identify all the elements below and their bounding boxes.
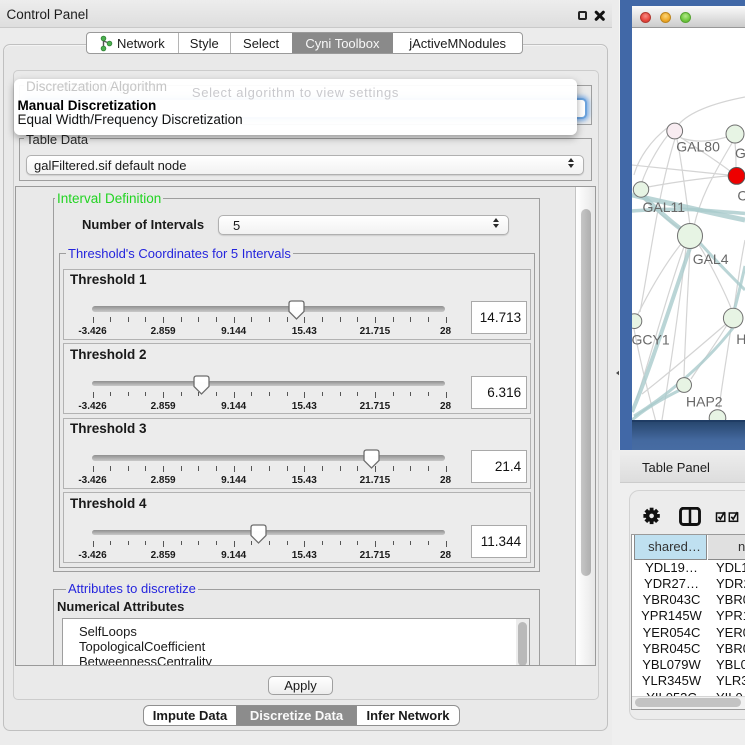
svg-text:HAP2: HAP2: [686, 394, 723, 410]
svg-text:GCY1: GCY1: [632, 332, 670, 348]
svg-text:C: C: [737, 188, 745, 204]
svg-text:GAL11: GAL11: [643, 199, 686, 215]
svg-text:GAL4: GAL4: [693, 251, 729, 267]
svg-text:GAL80: GAL80: [676, 139, 720, 155]
svg-text:H: H: [736, 331, 745, 347]
svg-text:G: G: [735, 145, 745, 161]
